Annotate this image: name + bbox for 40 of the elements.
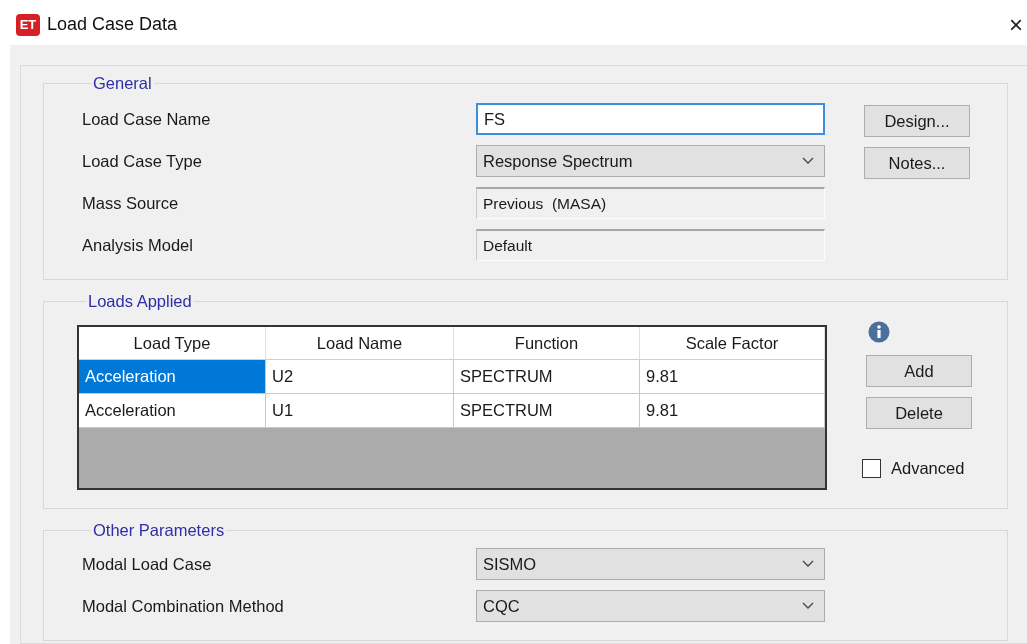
table-cell[interactable]: SPECTRUM — [454, 360, 640, 394]
table-cell[interactable]: SPECTRUM — [454, 394, 640, 428]
dropdown[interactable]: SISMO — [476, 548, 825, 580]
table-cell[interactable]: Acceleration — [79, 394, 266, 428]
app-logo-icon: ET — [16, 13, 40, 36]
dialog-button[interactable]: Notes... — [864, 147, 970, 179]
dialog-button[interactable]: Design... — [864, 105, 970, 137]
close-button[interactable]: × — [1005, 12, 1027, 37]
column-header: Function — [454, 327, 640, 360]
readonly-field: Previous (MASA) — [476, 187, 825, 219]
dropdown[interactable]: CQC — [476, 590, 825, 622]
field-label: Modal Combination Method — [82, 596, 285, 616]
field-label: Mass Source — [82, 193, 180, 213]
checkbox[interactable] — [862, 459, 881, 478]
field-label: Load Case Type — [82, 151, 203, 171]
dialog-button[interactable]: Add — [866, 355, 972, 387]
chevron-down-icon — [802, 560, 814, 568]
field-label: Modal Load Case — [82, 554, 213, 574]
table-cell[interactable]: U1 — [266, 394, 454, 428]
dropdown[interactable]: Response Spectrum — [476, 145, 825, 177]
table-cell[interactable]: Acceleration — [79, 360, 266, 394]
field-label: Analysis Model — [82, 235, 194, 255]
dialog-button[interactable]: Delete — [866, 397, 972, 429]
group-title: Loads Applied — [87, 292, 193, 311]
text-field[interactable]: FS — [476, 103, 825, 135]
field-label: Load Case Name — [82, 109, 212, 129]
readonly-field: Default — [476, 229, 825, 261]
group-title: General — [92, 74, 153, 93]
info-icon[interactable] — [868, 321, 890, 343]
chevron-down-icon — [802, 602, 814, 610]
window-title: Load Case Data — [47, 14, 178, 35]
table-cell[interactable]: U2 — [266, 360, 454, 394]
table-cell[interactable]: 9.81 — [640, 394, 825, 428]
column-header: Load Name — [266, 327, 454, 360]
checkbox-label: Advanced — [891, 459, 965, 478]
column-header: Load Type — [79, 327, 266, 360]
chevron-down-icon — [802, 157, 814, 165]
column-header: Scale Factor — [640, 327, 825, 360]
group-title: Other Parameters — [92, 521, 226, 540]
table-cell[interactable]: 9.81 — [640, 360, 825, 394]
